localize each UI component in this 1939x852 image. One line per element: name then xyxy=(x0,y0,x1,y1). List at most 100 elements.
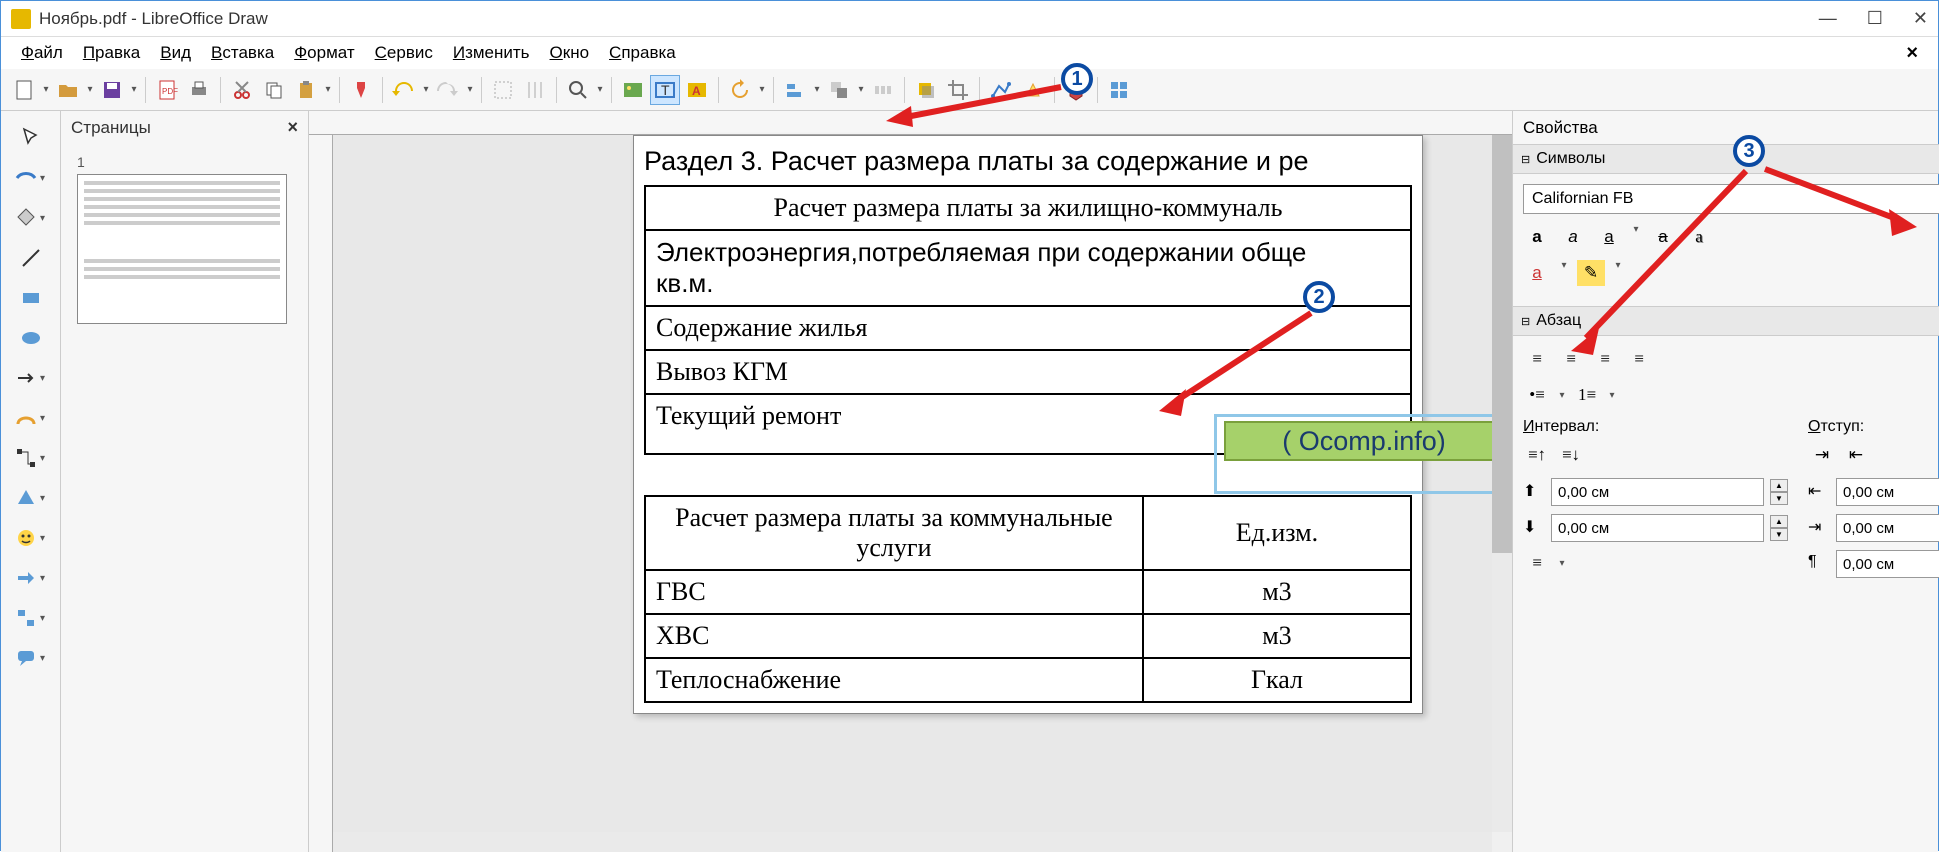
ellipse-tool-icon[interactable] xyxy=(9,323,53,353)
arrange-icon[interactable] xyxy=(824,75,854,105)
spacing-dec-icon[interactable]: ≡↓ xyxy=(1557,442,1585,468)
menu-help[interactable]: Справка xyxy=(599,39,686,67)
space-below-input[interactable] xyxy=(1551,514,1764,542)
font-color-button[interactable]: a xyxy=(1523,260,1551,286)
undo-icon[interactable] xyxy=(389,75,419,105)
menu-format[interactable]: Формат xyxy=(284,39,364,67)
block-arrows-icon[interactable]: ▾ xyxy=(9,563,53,593)
menu-edit[interactable]: Правка xyxy=(73,39,150,67)
clone-format-icon[interactable] xyxy=(346,75,376,105)
table2-header-unit: Ед.изм. xyxy=(1143,496,1411,570)
page-thumbnail[interactable]: 1 xyxy=(77,154,292,324)
callout-1: 1 xyxy=(1061,63,1093,95)
indent-first-icon: ¶ xyxy=(1808,553,1830,575)
spacing-inc-icon[interactable]: ≡↑ xyxy=(1523,442,1551,468)
basic-shapes-icon[interactable]: ▾ xyxy=(9,483,53,513)
cut-icon[interactable] xyxy=(227,75,257,105)
insert-image-icon[interactable] xyxy=(618,75,648,105)
close-button[interactable]: ✕ xyxy=(1913,8,1928,29)
collapse-paragraph-icon[interactable]: ⊟ xyxy=(1521,315,1530,328)
menu-view[interactable]: Вид xyxy=(150,39,201,67)
copy-icon[interactable] xyxy=(259,75,289,105)
svg-text:A: A xyxy=(692,84,701,98)
maximize-button[interactable]: ☐ xyxy=(1867,8,1883,29)
callout-2: 2 xyxy=(1303,281,1335,313)
insert-text-box-icon[interactable]: T xyxy=(650,75,680,105)
doc-subheading: Расчет размера платы за жилищно-коммунал… xyxy=(645,186,1411,230)
bullets-button[interactable]: •≡ xyxy=(1523,382,1551,408)
space-above-input[interactable] xyxy=(1551,478,1764,506)
line-spacing-button[interactable]: ≡ xyxy=(1523,550,1551,576)
table2-header-services: Расчет размера платы за коммунальные усл… xyxy=(645,496,1143,570)
symbol-shapes-icon[interactable]: ▾ xyxy=(9,523,53,553)
inserted-text-box[interactable]: ( Ocomp.info) xyxy=(1224,421,1504,461)
menu-insert[interactable]: Вставка xyxy=(201,39,284,67)
indent-dec-icon[interactable]: ⇤ xyxy=(1842,442,1870,468)
sidebar-title: Свойства xyxy=(1523,118,1598,138)
align-left-button[interactable]: ≡ xyxy=(1523,346,1551,372)
page-number-label: 1 xyxy=(77,154,85,170)
svg-text:PDF: PDF xyxy=(162,87,178,96)
bold-button[interactable]: a xyxy=(1523,224,1551,250)
align-objects-icon[interactable] xyxy=(780,75,810,105)
space-below-icon: ⬇ xyxy=(1523,517,1545,539)
indent-inc-icon[interactable]: ⇥ xyxy=(1808,442,1836,468)
space-above-icon: ⬆ xyxy=(1523,481,1545,503)
doc-heading: Раздел 3. Расчет размера платы за содерж… xyxy=(644,146,1412,177)
window-title: Ноябрь.pdf - LibreOffice Draw xyxy=(39,9,268,29)
new-doc-icon[interactable] xyxy=(9,75,39,105)
print-icon[interactable] xyxy=(184,75,214,105)
svg-text:T: T xyxy=(661,82,670,98)
line-color-icon[interactable]: ▾ xyxy=(9,163,53,193)
menu-window[interactable]: Окно xyxy=(540,39,600,67)
app-logo-icon xyxy=(11,9,31,29)
document-page[interactable]: Раздел 3. Расчет размера платы за содерж… xyxy=(633,135,1423,714)
menu-bar: Файл Правка Вид Вставка Формат Сервис Из… xyxy=(1,37,1938,69)
vertical-ruler xyxy=(309,135,333,852)
save-icon[interactable] xyxy=(97,75,127,105)
open-icon[interactable] xyxy=(53,75,83,105)
doc-row-electricity: Электроэнергия,потребляемая при содержан… xyxy=(645,230,1411,306)
redo-icon[interactable] xyxy=(433,75,463,105)
interval-label: Интервал: xyxy=(1523,418,1788,436)
indent-left-icon: ⇤ xyxy=(1808,481,1830,503)
flowchart-icon[interactable]: ▾ xyxy=(9,603,53,633)
export-pdf-icon[interactable]: PDF xyxy=(152,75,182,105)
rectangle-tool-icon[interactable] xyxy=(9,283,53,313)
horizontal-scrollbar[interactable] xyxy=(333,832,1492,852)
close-document-button[interactable]: × xyxy=(1906,42,1928,65)
insert-fontwork-icon[interactable]: A xyxy=(682,75,712,105)
grid-icon[interactable] xyxy=(488,75,518,105)
table2-gvs: ГВС xyxy=(645,570,1143,614)
show-draw-functions-icon[interactable] xyxy=(1104,75,1134,105)
callout-3: 3 xyxy=(1733,135,1765,167)
curve-tool-icon[interactable]: ▾ xyxy=(9,403,53,433)
menu-tools[interactable]: Сервис xyxy=(365,39,443,67)
vertical-scrollbar[interactable] xyxy=(1492,135,1512,832)
canvas-area: Раздел 3. Расчет размера платы за содерж… xyxy=(309,111,1512,852)
select-tool-icon[interactable] xyxy=(9,123,53,153)
pages-panel: Страницы × 1 xyxy=(61,111,309,852)
minimize-button[interactable]: — xyxy=(1819,8,1837,29)
menu-modify[interactable]: Изменить xyxy=(443,39,540,67)
indent-right-input[interactable] xyxy=(1836,514,1939,542)
line-tool-icon[interactable] xyxy=(9,243,53,273)
rotate-icon[interactable] xyxy=(725,75,755,105)
callouts-icon[interactable]: ▾ xyxy=(9,643,53,673)
title-bar: Ноябрь.pdf - LibreOffice Draw — ☐ ✕ xyxy=(1,1,1938,37)
arrow-tool-icon[interactable]: ▾ xyxy=(9,363,53,393)
zoom-icon[interactable] xyxy=(563,75,593,105)
menu-file[interactable]: Файл xyxy=(11,39,73,67)
snap-icon[interactable] xyxy=(520,75,550,105)
indent-left-input[interactable] xyxy=(1836,478,1939,506)
collapse-symbols-icon[interactable]: ⊟ xyxy=(1521,153,1530,166)
indent-right-icon: ⇥ xyxy=(1808,517,1830,539)
pages-panel-close-icon[interactable]: × xyxy=(287,117,298,138)
numbering-button[interactable]: 1≡ xyxy=(1573,382,1601,408)
paste-icon[interactable] xyxy=(291,75,321,105)
fill-color-icon[interactable]: ▾ xyxy=(9,203,53,233)
connector-tool-icon[interactable]: ▾ xyxy=(9,443,53,473)
table2-hvs: ХВС xyxy=(645,614,1143,658)
left-toolbox: ▾ ▾ ▾ ▾ ▾ ▾ ▾ ▾ ▾ ▾ xyxy=(1,111,61,852)
indent-first-input[interactable] xyxy=(1836,550,1939,578)
